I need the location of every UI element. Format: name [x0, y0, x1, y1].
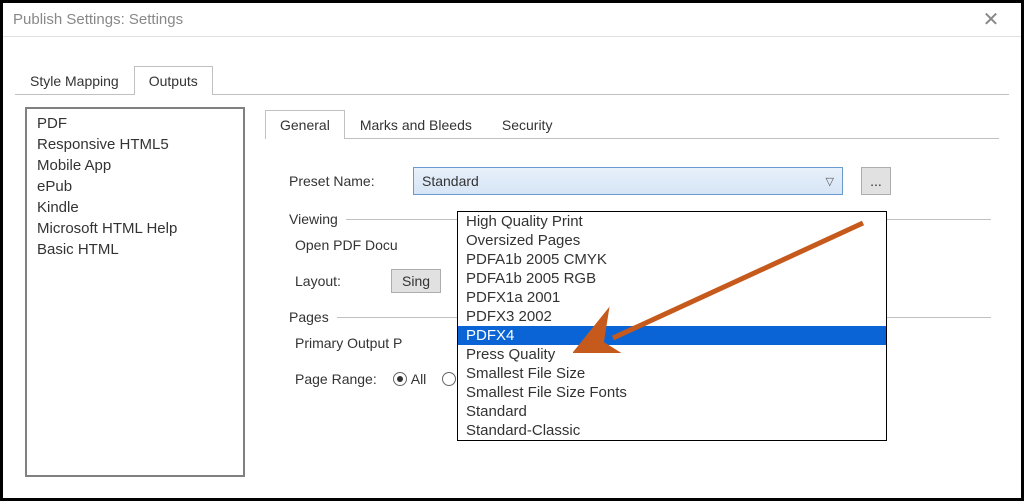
list-item[interactable]: PDF — [27, 113, 243, 134]
preset-option[interactable]: PDFA1b 2005 CMYK — [458, 250, 886, 269]
layout-label: Layout: — [295, 273, 391, 289]
open-pdf-label: Open PDF Docu — [295, 237, 398, 253]
output-listbox[interactable]: PDF Responsive HTML5 Mobile App ePub Kin… — [25, 107, 245, 477]
radio-all[interactable]: All — [393, 371, 427, 387]
tab-outputs[interactable]: Outputs — [134, 66, 213, 95]
list-item[interactable]: Kindle — [27, 197, 243, 218]
list-item[interactable]: Responsive HTML5 — [27, 134, 243, 155]
preset-option[interactable]: Standard — [458, 402, 886, 421]
preset-option[interactable]: Standard-Classic — [458, 421, 886, 440]
window-title: Publish Settings: Settings — [13, 11, 183, 28]
preset-name-combo[interactable]: Standard ▽ — [413, 167, 843, 195]
close-icon[interactable]: ✕ — [971, 7, 1011, 32]
preset-option[interactable]: High Quality Print — [458, 212, 886, 231]
layout-select[interactable]: Sing — [391, 269, 441, 293]
preset-option[interactable]: PDFA1b 2005 RGB — [458, 269, 886, 288]
page-range-label: Page Range: — [295, 371, 377, 387]
sub-tab-marks[interactable]: Marks and Bleeds — [345, 110, 487, 139]
list-item[interactable]: Microsoft HTML Help — [27, 218, 243, 239]
preset-option[interactable]: Press Quality — [458, 345, 886, 364]
chevron-down-icon: ▽ — [826, 175, 834, 188]
sub-tabs: General Marks and Bleeds Security — [265, 109, 999, 139]
preset-option[interactable]: Smallest File Size — [458, 364, 886, 383]
preset-name-label: Preset Name: — [289, 173, 413, 189]
list-item[interactable]: ePub — [27, 176, 243, 197]
preset-more-button[interactable]: ... — [861, 167, 891, 195]
preset-option[interactable]: PDFX1a 2001 — [458, 288, 886, 307]
list-item[interactable]: Mobile App — [27, 155, 243, 176]
sub-tab-security[interactable]: Security — [487, 110, 568, 139]
preset-dropdown-list[interactable]: High Quality PrintOversized PagesPDFA1b … — [457, 211, 887, 441]
primary-output-label: Primary Output P — [295, 335, 402, 351]
tab-style-mapping[interactable]: Style Mapping — [15, 66, 134, 95]
sub-tab-general[interactable]: General — [265, 110, 345, 139]
preset-option[interactable]: Smallest File Size Fonts — [458, 383, 886, 402]
preset-value: Standard — [422, 173, 479, 189]
titlebar: Publish Settings: Settings ✕ — [3, 3, 1021, 37]
preset-option[interactable]: PDFX3 2002 — [458, 307, 886, 326]
main-tabs: Style Mapping Outputs — [15, 65, 1009, 95]
list-item[interactable]: Basic HTML — [27, 239, 243, 260]
preset-option[interactable]: PDFX4 — [458, 326, 886, 345]
preset-option[interactable]: Oversized Pages — [458, 231, 886, 250]
